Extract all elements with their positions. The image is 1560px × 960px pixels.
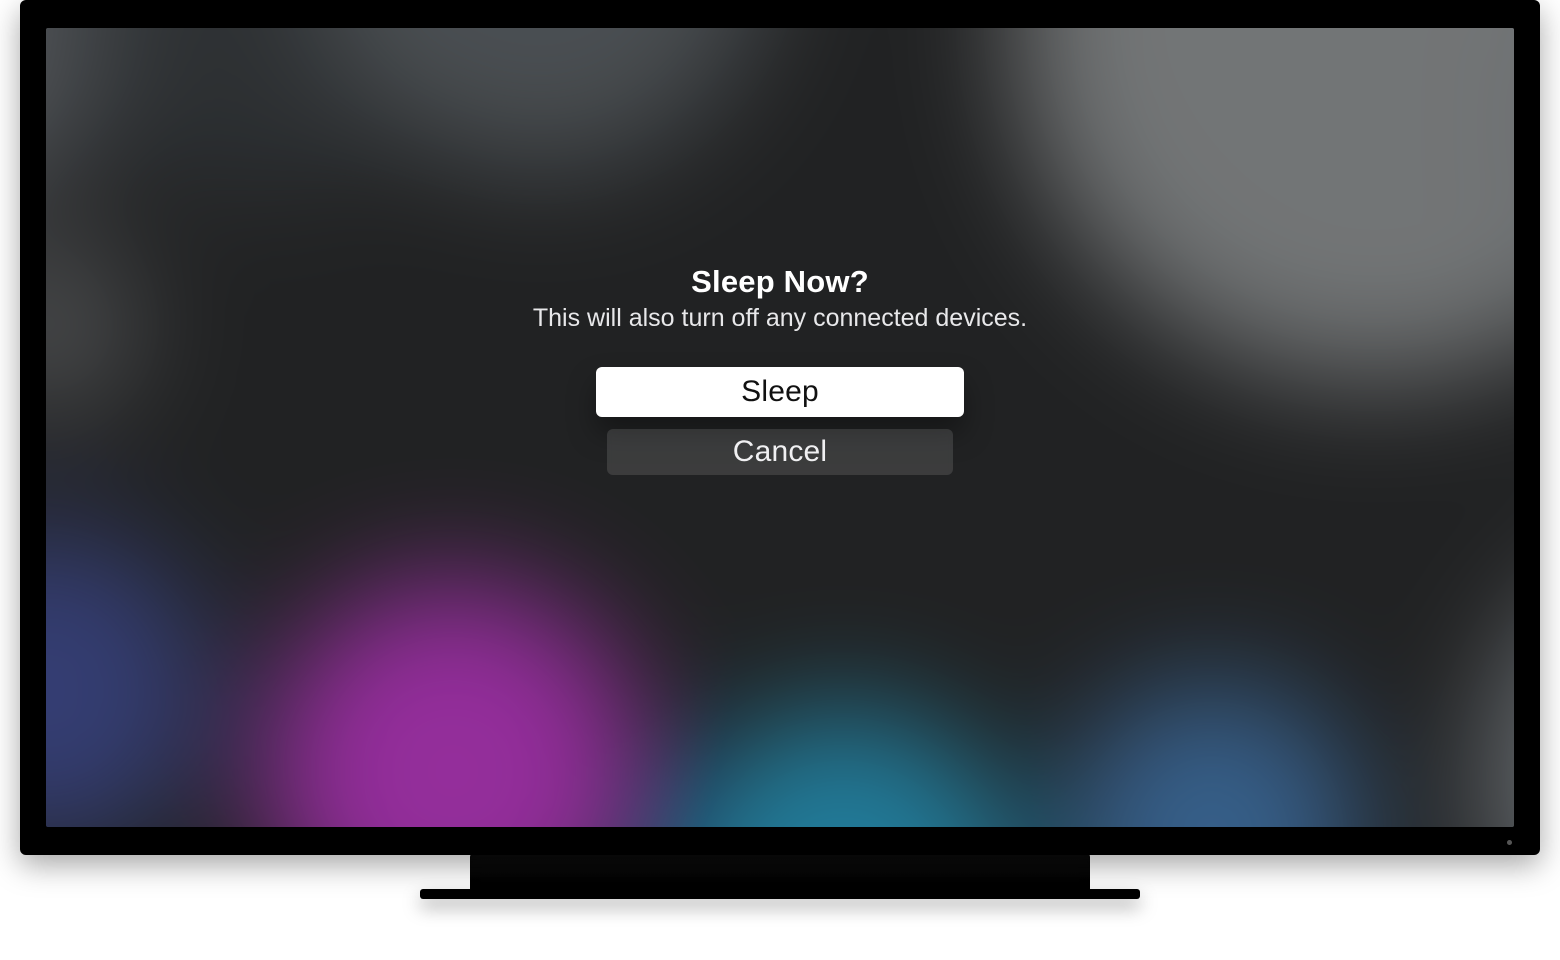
- dialog-subtitle: This will also turn off any connected de…: [533, 304, 1027, 333]
- power-led-icon: [1507, 840, 1512, 845]
- sleep-dialog: Sleep Now? This will also turn off any c…: [533, 264, 1027, 475]
- sleep-button[interactable]: Sleep: [596, 367, 964, 417]
- sleep-button-label: Sleep: [741, 375, 819, 409]
- tv-stand-neck: [470, 853, 1090, 889]
- tv-stand-base: [420, 889, 1140, 899]
- dialog-container: Sleep Now? This will also turn off any c…: [46, 28, 1514, 769]
- tv-screen: Sleep Now? This will also turn off any c…: [46, 28, 1514, 827]
- tv-frame: Sleep Now? This will also turn off any c…: [20, 0, 1540, 855]
- dialog-title: Sleep Now?: [691, 264, 869, 300]
- cancel-button[interactable]: Cancel: [607, 429, 953, 475]
- cancel-button-label: Cancel: [733, 435, 828, 469]
